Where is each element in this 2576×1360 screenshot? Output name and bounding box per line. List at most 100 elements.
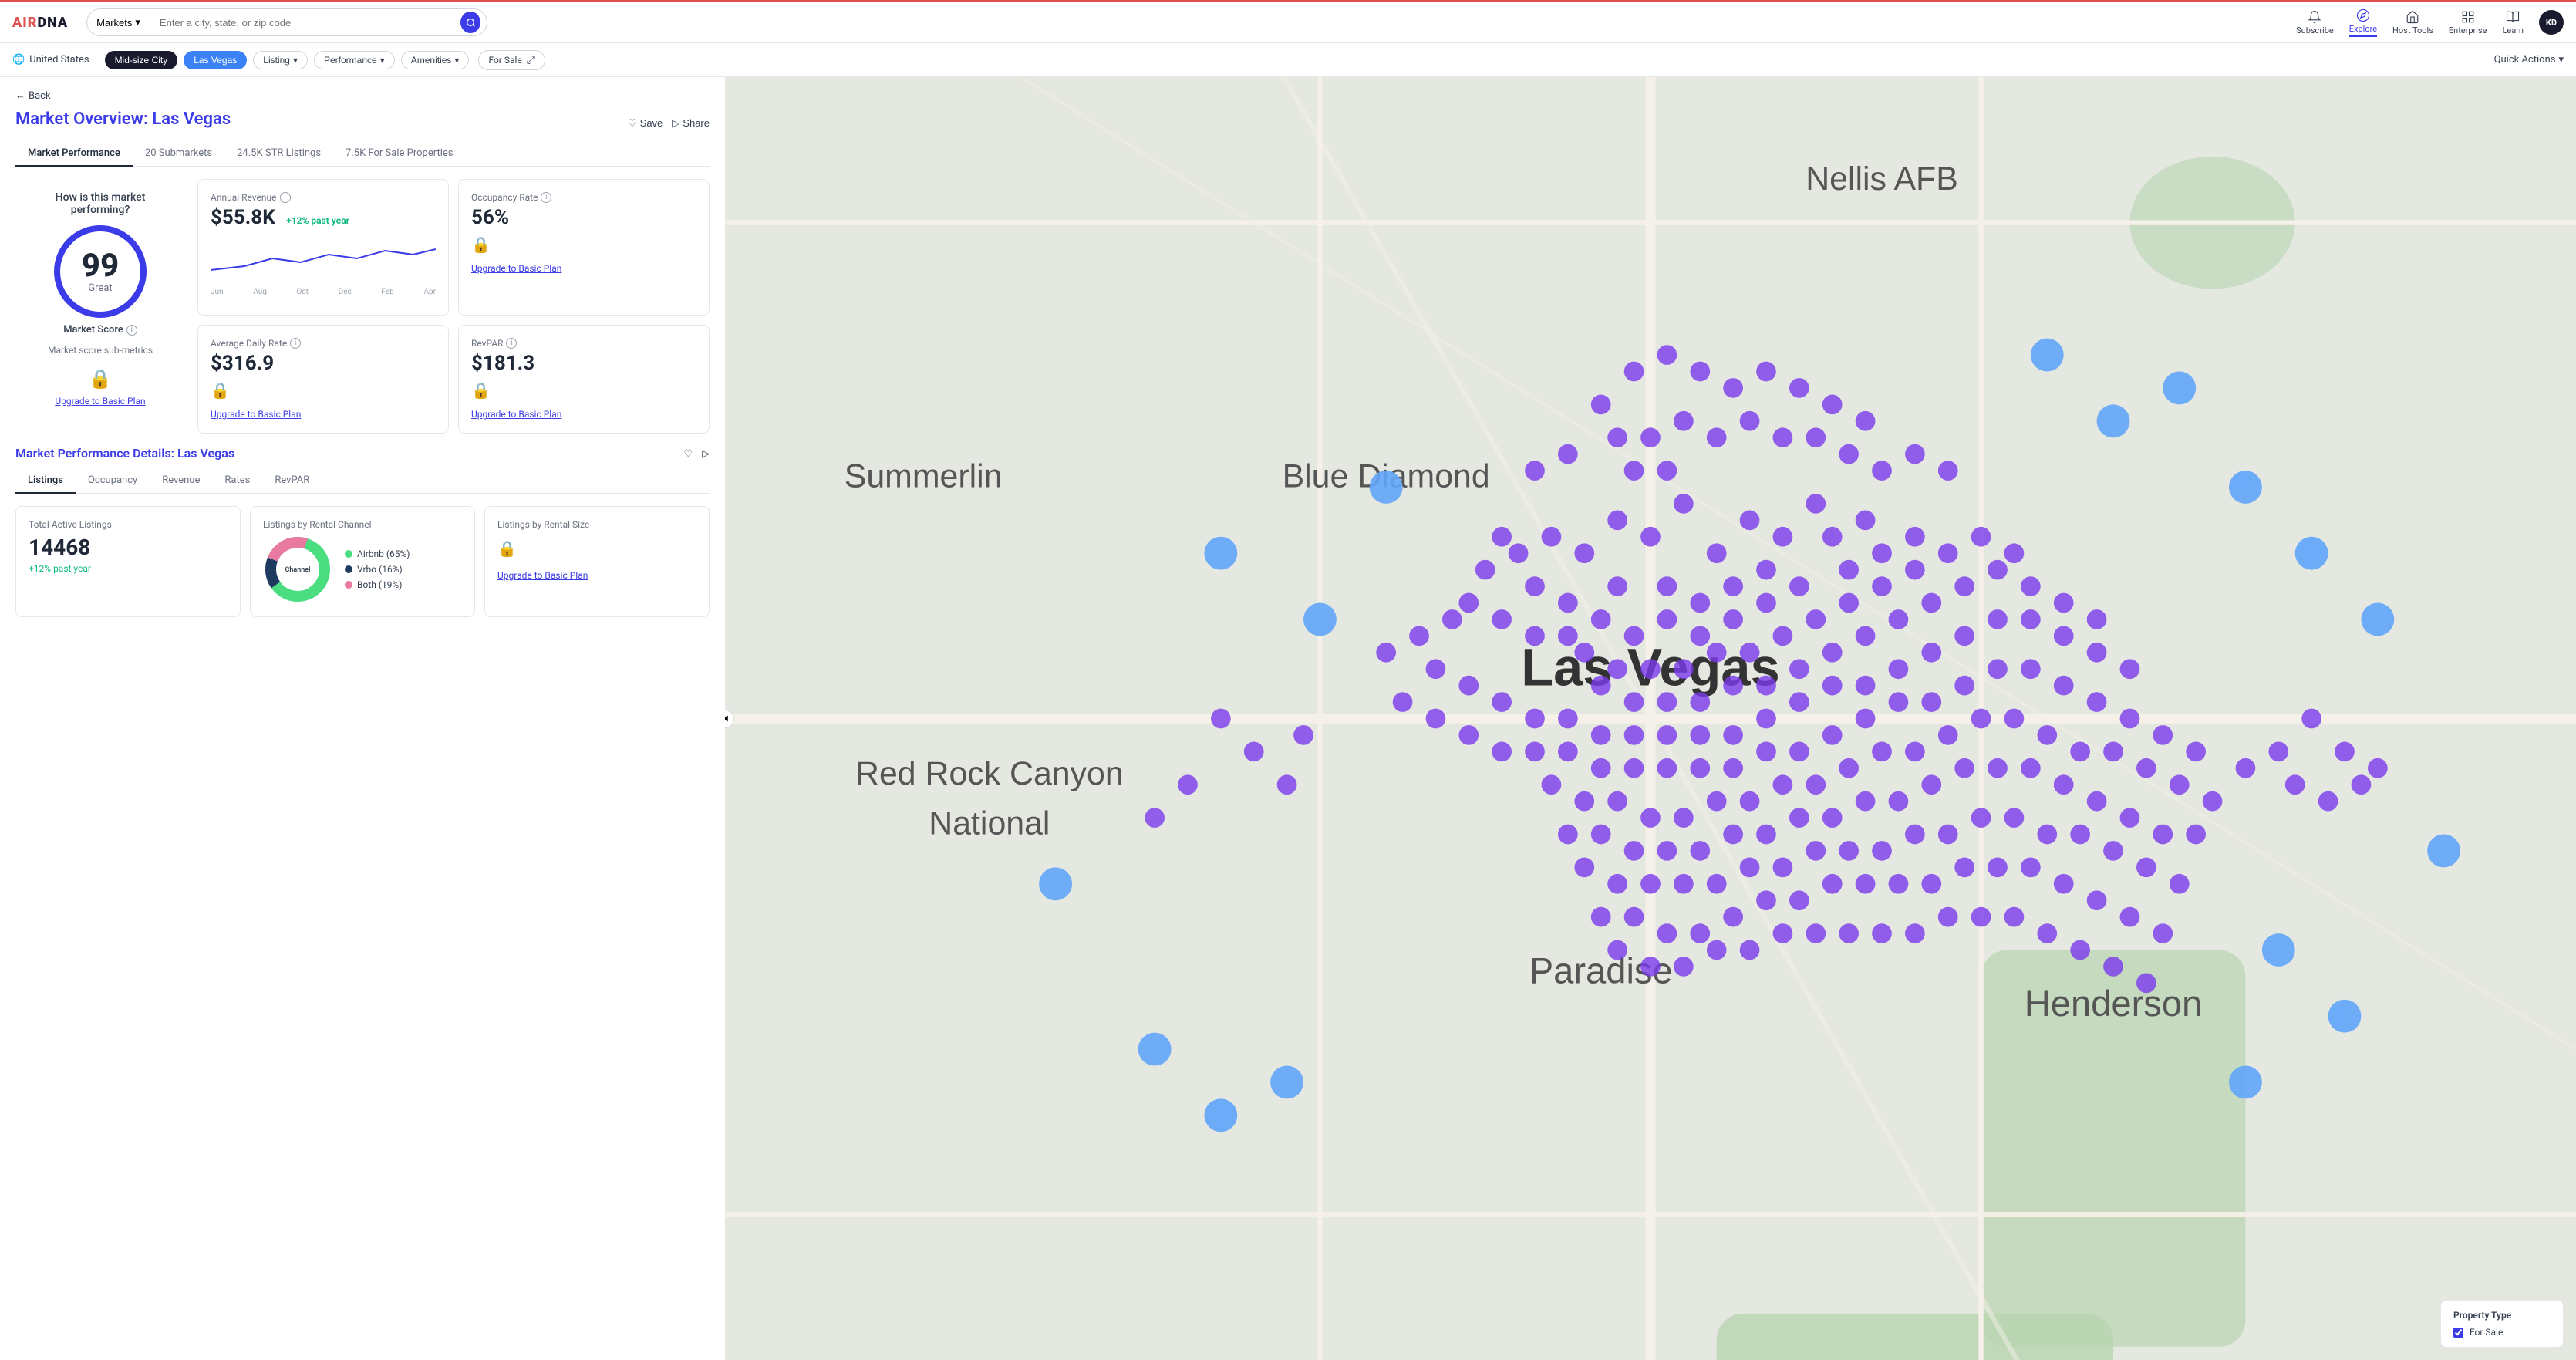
legend-both: Both (19%) [345,579,410,590]
occupancy-info-icon[interactable]: i [541,192,551,203]
property-type-overlay: Property Type For Sale [2440,1300,2564,1348]
channel-legend: Airbnb (65%) Vrbo (16%) Both (19%) [345,548,410,590]
map-toggle-button[interactable]: ◀ [725,710,734,728]
occupancy-title: Occupancy Rate i [471,192,696,203]
for-sale-toggle[interactable]: For Sale ⤢ [478,50,545,70]
nav-enterprise-label: Enterprise [2449,25,2487,35]
details-title: Market Performance Details: Las Vegas [15,446,234,461]
city-name-filter[interactable]: Las Vegas [184,51,247,69]
search-button[interactable] [460,12,480,33]
score-section: How is this market performing? 99 Great … [15,179,710,434]
score-card: How is this market performing? 99 Great … [15,179,185,434]
details-city: Las Vegas [177,446,234,461]
save-button[interactable]: ♡ Save [628,117,663,130]
listing-dropdown[interactable]: Listing ▾ [253,51,308,69]
location-text[interactable]: United States [29,54,89,66]
details-save-button[interactable]: ♡ [683,447,693,460]
svg-text:Blue Diamond: Blue Diamond [1283,458,1490,495]
revpar-upgrade-link[interactable]: Upgrade to Basic Plan [471,409,561,420]
adr-upgrade-link[interactable]: Upgrade to Basic Plan [211,409,301,420]
chevron-down-icon: ▾ [293,55,298,66]
details-tabs: Listings Occupancy Revenue Rates RevPAR [15,468,710,494]
search-input[interactable] [160,17,460,29]
score-question: How is this market performing? [28,191,173,216]
svg-text:Paradise: Paradise [1529,950,1673,990]
details-tab-listings[interactable]: Listings [15,468,76,494]
quick-actions-button[interactable]: Quick Actions ▾ [2494,54,2564,66]
amenities-dropdown[interactable]: Amenities ▾ [401,51,470,69]
location-breadcrumb: 🌐 United States [12,54,89,66]
nav-enterprise[interactable]: Enterprise [2449,10,2487,35]
revpar-info-icon[interactable]: i [506,338,517,349]
nav-host-tools-label: Host Tools [2392,25,2433,35]
city-title: Las Vegas [152,110,231,129]
airbnb-legend-dot [345,550,352,558]
annual-revenue-info-icon[interactable]: i [280,192,291,203]
nav-subscribe-label: Subscribe [2296,25,2334,35]
page-title: Market Overview: Las Vegas [15,110,231,129]
details-tab-revpar[interactable]: RevPAR [262,468,322,494]
tab-market-performance[interactable]: Market Performance [15,141,133,167]
svg-text:Henderson: Henderson [2025,983,2203,1024]
title-row: Market Overview: Las Vegas ♡ Save ▷ Shar… [15,110,710,137]
total-active-label: Total Active Listings [29,519,228,530]
occupancy-rate-card: Occupancy Rate i 56% 🔒 Upgrade to Basic … [458,179,710,316]
chevron-down-icon: ▾ [135,16,140,29]
markets-dropdown-button[interactable]: Markets ▾ [86,8,150,36]
chevron-down-icon: ▾ [380,55,385,66]
market-score-info-icon[interactable]: i [126,325,137,336]
by-size-upgrade-link[interactable]: Upgrade to Basic Plan [497,570,588,581]
donut-area: Channel Airbnb (65%) Vrbo (16%) [263,535,462,604]
performance-dropdown[interactable]: Performance ▾ [314,51,395,69]
details-tab-occupancy[interactable]: Occupancy [76,468,150,494]
donut-chart: Channel [263,535,332,604]
nav-avatar[interactable]: KD [2539,10,2564,35]
nav-host-tools[interactable]: Host Tools [2392,10,2433,35]
details-section: Market Performance Details: Las Vegas ♡ … [15,446,710,617]
listings-by-channel-card: Listings by Rental Channel Channel [250,506,475,617]
back-link[interactable]: ← Back [15,89,710,102]
logo-text: AIRDNA [12,15,68,31]
main-layout: ← Back Market Overview: Las Vegas ♡ Save… [0,77,2576,1360]
tab-for-sale[interactable]: 7.5K For Sale Properties [333,141,465,167]
share-button[interactable]: ▷ Share [672,117,710,130]
tab-str-listings[interactable]: 24.5K STR Listings [224,141,333,167]
score-number: 99 [82,250,119,282]
nav-subscribe[interactable]: Subscribe [2296,10,2334,35]
sub-metrics-lock-icon: 🔒 [89,368,112,390]
revpar-card: RevPAR i $181.3 🔒 Upgrade to Basic Plan [458,325,710,434]
logo[interactable]: AIRDNA [12,15,68,31]
nav-explore[interactable]: Explore [2349,8,2377,37]
nav-learn[interactable]: Learn [2502,10,2524,35]
svg-text:Las Vegas: Las Vegas [1521,638,1779,697]
for-sale-checkbox-label[interactable]: For Sale [2470,1327,2503,1338]
details-actions: ♡ ▷ [683,447,710,460]
details-tab-rates[interactable]: Rates [212,468,262,494]
annual-revenue-value: $55.8K +12% past year [211,206,436,229]
total-active-change: +12% past year [29,563,228,574]
share-icon: ▷ [672,117,679,130]
search-area: Markets ▾ [86,8,487,36]
back-arrow-icon: ← [15,89,25,102]
score-label: Great [88,282,112,294]
svg-text:Summerlin: Summerlin [845,458,1003,495]
details-share-button[interactable]: ▷ [702,447,710,460]
for-sale-checkbox[interactable] [2453,1328,2463,1338]
property-type-title: Property Type [2453,1310,2551,1321]
vrbo-legend-dot [345,565,352,573]
map-panel: ◀ Las Vegas Paradise Henderson Red Rock … [725,77,2576,1360]
left-panel: ← Back Market Overview: Las Vegas ♡ Save… [0,77,725,1360]
tab-submarkets[interactable]: 20 Submarkets [133,141,224,167]
city-size-filter[interactable]: Mid-size City [105,51,178,69]
adr-info-icon[interactable]: i [290,338,301,349]
occupancy-upgrade-link[interactable]: Upgrade to Basic Plan [471,263,561,274]
metrics-grid: Annual Revenue i $55.8K +12% past year J… [197,179,710,434]
total-active-listings-card: Total Active Listings 14468 +12% past ye… [15,506,241,617]
revenue-mini-chart: Jun Aug Oct Dec Feb Apr [211,235,436,296]
revpar-lock-icon: 🔒 [471,381,696,400]
sub-metrics-upgrade-link[interactable]: Upgrade to Basic Plan [55,396,145,407]
revpar-value: $181.3 [471,352,696,375]
details-tab-revenue[interactable]: Revenue [150,468,212,494]
sub-metrics-label: Market score sub-metrics [48,345,153,356]
occupancy-value: 56% [471,206,696,229]
